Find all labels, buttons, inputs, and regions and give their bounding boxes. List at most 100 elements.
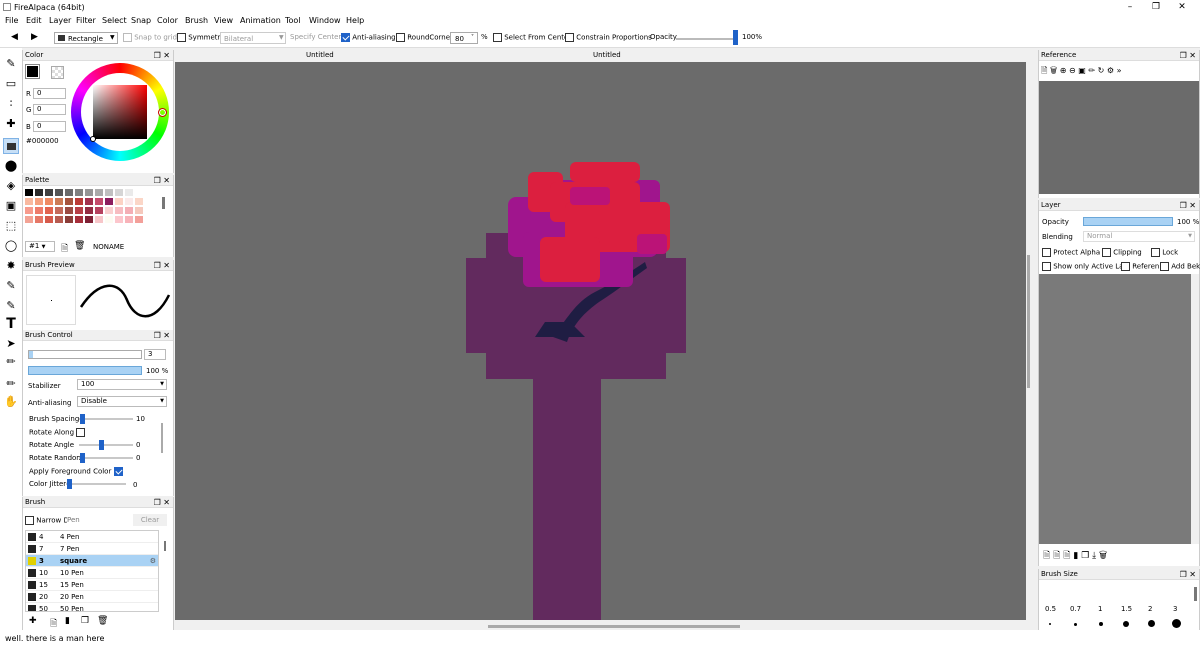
nav-back-icon[interactable]: ◀ (11, 32, 18, 42)
palette-swatch[interactable] (115, 207, 123, 214)
palette-swatch[interactable] (35, 207, 43, 214)
rotate-random-slider[interactable] (79, 457, 133, 459)
symmetry-checkbox[interactable]: Symmetry (177, 33, 225, 42)
palette-swatch[interactable] (85, 198, 93, 205)
tool-select-dropdown[interactable]: Rectangle ▼ (54, 32, 118, 44)
drawing-canvas[interactable] (175, 62, 1026, 620)
panel-close-icon[interactable]: ❐ ✕ (154, 175, 170, 186)
panel-close-icon[interactable]: ❐ ✕ (154, 497, 170, 508)
overflow-icon[interactable]: » (1117, 66, 1122, 75)
divide-tool-icon[interactable]: ✏ (3, 354, 19, 370)
color-picker-marker[interactable] (90, 136, 96, 142)
stabilizer-dropdown[interactable]: 100 ▼ (77, 379, 167, 390)
palette-swatch[interactable] (85, 207, 93, 214)
eraser-tool-icon[interactable]: ▭ (3, 76, 19, 92)
palette-swatch[interactable] (95, 189, 103, 196)
duplicate-icon[interactable]: ❐ (81, 616, 89, 626)
brush-search-input[interactable] (67, 514, 127, 526)
palette-swatch[interactable] (75, 189, 83, 196)
palette-swatch[interactable] (75, 198, 83, 205)
symmetry-mode-dropdown[interactable]: Bilateral ▼ (220, 32, 286, 44)
panel-close-icon[interactable]: ❐ ✕ (154, 50, 170, 61)
reference-checkbox[interactable]: Referen (1121, 262, 1159, 271)
brush-size-bar[interactable] (28, 350, 142, 359)
saturation-value-square[interactable] (93, 85, 147, 139)
palette-swatch[interactable] (25, 198, 33, 205)
lasso-tool-icon[interactable]: ◯ (3, 238, 19, 254)
reference-view[interactable] (1039, 81, 1199, 194)
hue-wheel[interactable] (71, 63, 169, 161)
palette-swatch[interactable] (105, 198, 113, 205)
close-button[interactable]: ✕ (1170, 2, 1194, 13)
new-1bit-layer-icon[interactable]: 🗎 (1063, 551, 1070, 560)
foreground-color-swatch[interactable] (25, 64, 40, 79)
new-layer-icon[interactable]: 🗎 (1043, 551, 1050, 560)
brush-tool-icon[interactable]: ✎ (3, 56, 19, 72)
palette-swatch[interactable] (65, 198, 73, 205)
palette-swatch[interactable] (125, 198, 133, 205)
palette-swatch[interactable] (125, 207, 133, 214)
minimize-button[interactable]: – (1118, 2, 1142, 13)
brush-size-dot[interactable] (1074, 623, 1077, 626)
specify-center-button[interactable]: Specify Center (290, 33, 341, 41)
palette-swatch[interactable] (95, 216, 103, 223)
rectangle-tool-icon[interactable] (3, 138, 19, 154)
brush-spacing-slider[interactable] (79, 418, 133, 420)
background-color-swatch[interactable] (51, 66, 64, 79)
layer-list[interactable] (1039, 274, 1191, 544)
blue-value-field[interactable]: 0 (33, 121, 66, 132)
fit-icon[interactable]: ▣ (1078, 66, 1086, 75)
menu-tool[interactable]: Tool (285, 16, 301, 25)
trash-icon[interactable]: 🗑 (1050, 66, 1057, 75)
palette-swatch-grid[interactable] (25, 189, 153, 225)
menu-view[interactable]: View (214, 16, 233, 25)
menu-animation[interactable]: Animation (240, 16, 281, 25)
add-brush-icon[interactable]: ✚ (29, 616, 37, 626)
move-tool-icon[interactable]: ✚ (3, 116, 19, 132)
palette-swatch[interactable] (45, 189, 53, 196)
new-file-icon[interactable]: 🗎 (1041, 66, 1047, 75)
add-background-checkbox[interactable]: Add Bek (1160, 262, 1200, 271)
clipping-checkbox[interactable]: Clipping (1102, 248, 1142, 257)
brush-size-scrollbar[interactable] (1194, 587, 1197, 601)
palette-swatch[interactable] (45, 216, 53, 223)
opacity-slider-handle[interactable] (733, 30, 738, 45)
menu-window[interactable]: Window (309, 16, 341, 25)
select-from-center-checkbox[interactable]: Select From Center (493, 33, 571, 42)
brush-spacing-handle[interactable] (80, 414, 85, 424)
palette-swatch[interactable] (95, 207, 103, 214)
opacity-slider-track[interactable] (676, 38, 734, 40)
rotate-angle-slider[interactable] (79, 444, 133, 446)
show-only-active-layer-checkbox[interactable]: Show only Active Lay (1042, 262, 1128, 271)
color-jitter-handle[interactable] (67, 479, 72, 489)
brush-list-item[interactable]: 77 Pen (26, 543, 158, 555)
menu-filter[interactable]: Filter (76, 16, 96, 25)
palette-scrollbar[interactable] (162, 197, 165, 209)
menu-edit[interactable]: Edit (26, 16, 42, 25)
brush-opacity-bar[interactable] (28, 366, 142, 375)
palette-swatch[interactable] (25, 216, 33, 223)
snap-to-grid-toggle[interactable]: Snap to grid (123, 33, 177, 42)
layer-opacity-bar[interactable] (1083, 217, 1173, 226)
panel-close-icon[interactable]: ❐ ✕ (154, 260, 170, 271)
brush-list-item[interactable]: 20 20 Pen (26, 591, 158, 603)
document-tab-1[interactable]: Untitled (306, 51, 334, 59)
palette-swatch[interactable] (55, 207, 63, 214)
palette-swatch[interactable] (35, 198, 43, 205)
narrow-down-checkbox[interactable]: Narrow D (25, 516, 69, 525)
roundcorner-value-field[interactable]: 80 ˅ (450, 32, 478, 44)
rotate-random-handle[interactable] (80, 453, 85, 463)
brush-list-item-selected[interactable]: 3 square ⚙ (26, 555, 158, 567)
palette-swatch[interactable] (45, 198, 53, 205)
folder-icon[interactable]: ▮ (1073, 551, 1078, 560)
panel-close-icon[interactable]: ❐ ✕ (154, 330, 170, 341)
new-8bit-layer-icon[interactable]: 🗎 (1053, 551, 1060, 560)
palette-swatch[interactable] (135, 189, 143, 196)
palette-swatch[interactable] (85, 216, 93, 223)
panel-close-icon[interactable]: ❐ ✕ (1180, 200, 1196, 211)
menu-file[interactable]: File (5, 16, 18, 25)
panel-close-icon[interactable]: ❐ ✕ (1180, 50, 1196, 61)
brush-list-item[interactable]: 15 15 Pen (26, 579, 158, 591)
palette-swatch[interactable] (105, 189, 113, 196)
brush-list[interactable]: 44 Pen 77 Pen 3 square ⚙ 10 10 Pen 15 15 Pen… (25, 530, 159, 612)
